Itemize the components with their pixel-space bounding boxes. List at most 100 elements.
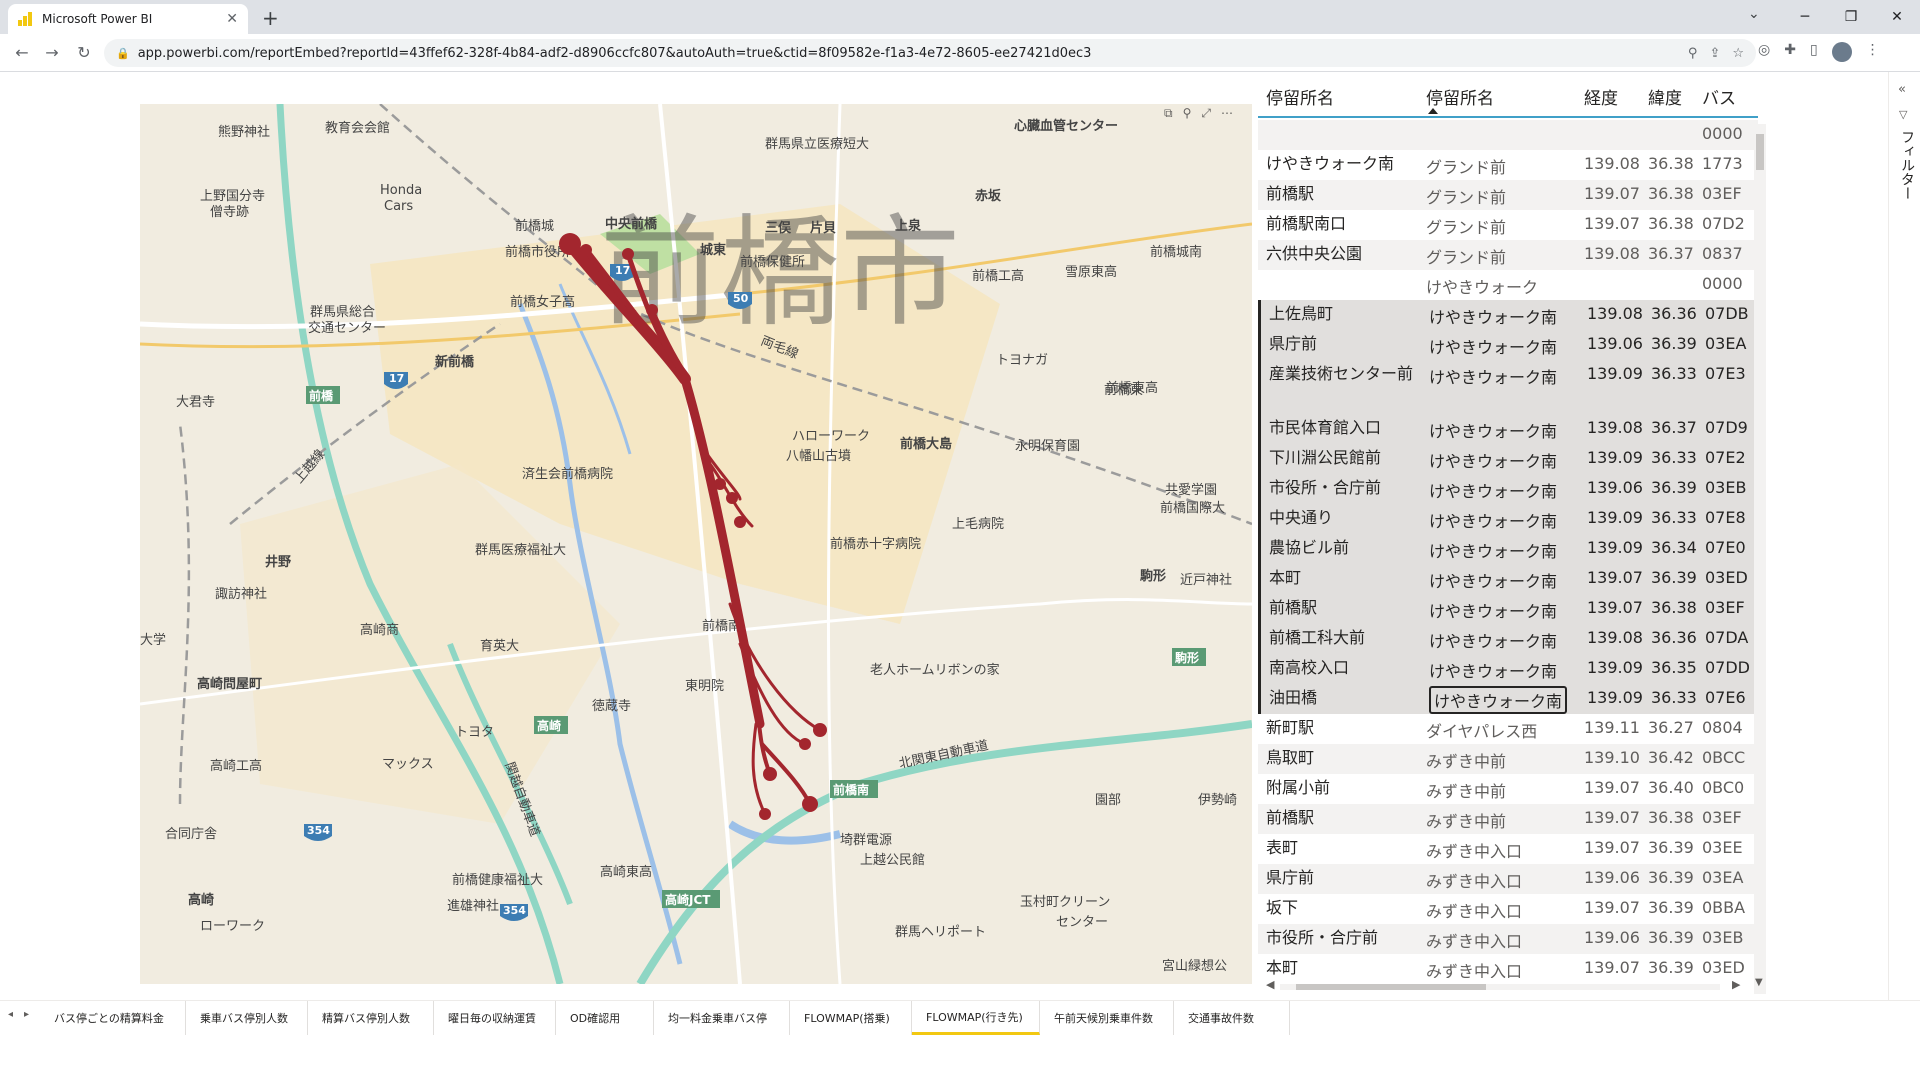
table-row[interactable]: 下川淵公民館前 けやきウォーク南 139.09 36.33 07E2	[1258, 444, 1758, 474]
page-tab[interactable]: FLOWMAP(搭乗)	[790, 1001, 912, 1035]
table-row[interactable]: 中央通り けやきウォーク南 139.09 36.33 07E8	[1258, 504, 1758, 534]
table-row[interactable]: 産業技術センター前 けやきウォーク南 139.09 36.33 07E3	[1258, 360, 1758, 414]
table-row[interactable]: 本町 けやきウォーク南 139.07 36.39 03ED	[1258, 564, 1758, 594]
flow-node[interactable]	[580, 244, 592, 256]
flow-origin-node[interactable]	[559, 233, 581, 255]
more-options-icon[interactable]: ⋯	[1221, 106, 1233, 121]
sort-ascending-icon[interactable]	[1428, 108, 1438, 114]
restore-icon[interactable]: ❐	[1828, 0, 1874, 34]
cell-to-stop: グランド前	[1426, 248, 1507, 267]
page-tab[interactable]: 曜日毎の収納運賃	[434, 1001, 556, 1035]
table-row[interactable]: 表町 みずき中入口 139.07 36.39 03EE	[1258, 834, 1758, 864]
table-row[interactable]: 市役所・合庁前 けやきウォーク南 139.06 36.39 03EB	[1258, 474, 1758, 504]
focus-mode-icon[interactable]: ⤢	[1201, 106, 1211, 121]
table-row[interactable]: 市民体育館入口 けやきウォーク南 139.08 36.37 07D9	[1258, 414, 1758, 444]
table-row[interactable]: 前橋駅 けやきウォーク南 139.07 36.38 03EF	[1258, 594, 1758, 624]
table-row[interactable]: 農協ビル前 けやきウォーク南 139.09 36.34 07E0	[1258, 534, 1758, 564]
table-row[interactable]: 坂下 みずき中入口 139.07 36.39 0BBA	[1258, 894, 1758, 924]
cell-from-stop: 南高校入口	[1269, 658, 1350, 677]
page-tab[interactable]: 乗車バス停別人数	[186, 1001, 308, 1035]
table-row[interactable]: 前橋駅 グランド前 139.07 36.38 03EF	[1258, 180, 1758, 210]
bookmark-star-icon[interactable]: ☆	[1732, 46, 1744, 61]
page-tab[interactable]: バス停ごとの精算料金	[40, 1001, 186, 1035]
table-row[interactable]: 前橋駅 みずき中前 139.07 36.38 03EF	[1258, 804, 1758, 834]
flow-node[interactable]	[799, 738, 811, 750]
column-header-bus[interactable]: バス	[1702, 84, 1736, 109]
page-tab[interactable]: 交通事故件数	[1174, 1001, 1290, 1035]
scrollbar-thumb[interactable]	[1296, 984, 1486, 990]
table-row[interactable]: 上佐鳥町 けやきウォーク南 139.08 36.36 07DB	[1258, 300, 1758, 330]
table-row[interactable]: 前橋駅南口 グランド前 139.07 36.38 07D2	[1258, 210, 1758, 240]
back-icon[interactable]: ←	[10, 40, 34, 64]
next-page-icon[interactable]: ▸	[24, 1009, 29, 1020]
page-tab[interactable]: 午前天候別乗車件数	[1040, 1001, 1174, 1035]
flow-node[interactable]	[759, 808, 771, 820]
side-panel-icon[interactable]: ▯	[1810, 42, 1818, 62]
reload-icon[interactable]: ↻	[72, 40, 96, 64]
zoom-icon[interactable]: ⚲	[1688, 46, 1698, 61]
extension-circle-icon[interactable]: ◎	[1758, 42, 1770, 62]
scroll-left-icon[interactable]: ◀	[1266, 978, 1274, 991]
flowmap-visual[interactable]: 前橋市 熊野神社 教育会会館 群馬県立医療短大 心臓血管センター 上野国分寺 僧…	[140, 104, 1252, 984]
previous-page-icon[interactable]: ◂	[8, 1009, 13, 1020]
minimize-icon[interactable]: ─	[1782, 0, 1828, 34]
column-header-from-stop[interactable]: 停留所名	[1266, 84, 1334, 109]
filters-pane-collapsed[interactable]: « ▽ フィルター	[1888, 72, 1920, 1000]
table-row[interactable]: けやきウォーク南 グランド前 139.08 36.38 1773	[1258, 150, 1758, 180]
cell-longitude: 139.09	[1587, 508, 1643, 527]
horizontal-scrollbar[interactable]: ◀ ▶	[1266, 978, 1746, 992]
cell-from-stop: 前橋工科大前	[1269, 628, 1366, 647]
filters-label[interactable]: フィルター	[1897, 130, 1917, 200]
address-bar[interactable]: 🔒 app.powerbi.com/reportEmbed?reportId=4…	[104, 39, 1756, 67]
vertical-scrollbar[interactable]: ▼	[1754, 124, 1766, 994]
table-visual[interactable]: 停留所名 停留所名 経度 緯度 バス 0000 けやきウォーク南 グランド前 139.…	[1258, 74, 1766, 994]
page-tab[interactable]: OD確認用	[556, 1001, 654, 1035]
flow-node[interactable]	[813, 723, 827, 737]
column-header-latitude[interactable]: 緯度	[1648, 84, 1682, 109]
avatar[interactable]	[1831, 42, 1852, 62]
table-row[interactable]: 県庁前 みずき中入口 139.06 36.39 03EA	[1258, 864, 1758, 894]
extensions-puzzle-icon[interactable]: ✚	[1784, 42, 1796, 62]
flow-node[interactable]	[646, 304, 658, 316]
share-icon[interactable]: ⇪	[1709, 46, 1720, 61]
table-row[interactable]: 新町駅 ダイヤパレス西 139.11 36.27 0804	[1258, 714, 1758, 744]
lock-icon[interactable]: 🔒	[116, 47, 130, 60]
table-row[interactable]: 油田橋 けやきウォーク南 139.09 36.33 07E6	[1258, 684, 1758, 714]
new-tab-icon[interactable]: +	[262, 6, 279, 30]
copy-icon[interactable]: ⧉	[1164, 106, 1173, 121]
table-row[interactable]: 本町 みずき中入口 139.07 36.39 03ED	[1258, 954, 1758, 978]
forward-icon[interactable]: →	[40, 40, 64, 64]
flow-node[interactable]	[763, 767, 777, 781]
column-header-to-stop[interactable]: 停留所名	[1426, 84, 1494, 109]
table-row[interactable]: 南高校入口 けやきウォーク南 139.09 36.35 07DD	[1258, 654, 1758, 684]
flow-node[interactable]	[726, 492, 738, 504]
table-row[interactable]: 前橋工科大前 けやきウォーク南 139.08 36.36 07DA	[1258, 624, 1758, 654]
table-row[interactable]: 六供中央公園 グランド前 139.08 36.37 0837	[1258, 240, 1758, 270]
close-icon[interactable]: ✕	[226, 11, 238, 27]
table-row[interactable]: 0000	[1258, 120, 1758, 150]
filter-icon[interactable]: ⚲	[1183, 106, 1192, 121]
scrollbar-thumb[interactable]	[1756, 134, 1764, 170]
window-close-icon[interactable]: ✕	[1874, 0, 1920, 34]
scroll-down-icon[interactable]: ▼	[1755, 977, 1763, 988]
browser-tab[interactable]: Microsoft Power BI ✕	[8, 4, 248, 34]
chevron-down-icon[interactable]: ⌄	[1748, 6, 1760, 22]
expand-pane-icon[interactable]: «	[1898, 82, 1906, 97]
table-row[interactable]: けやきウォーク 0000	[1258, 270, 1758, 300]
flow-node[interactable]	[802, 796, 818, 812]
table-row[interactable]: 県庁前 けやきウォーク南 139.06 36.39 03EA	[1258, 330, 1758, 360]
flow-node[interactable]	[622, 248, 634, 260]
table-row[interactable]: 附属小前 みずき中前 139.07 36.40 0BC0	[1258, 774, 1758, 804]
table-row[interactable]: 鳥取町 みずき中前 139.10 36.42 0BCC	[1258, 744, 1758, 774]
table-row[interactable]: 市役所・合庁前 みずき中入口 139.06 36.39 03EB	[1258, 924, 1758, 954]
column-header-longitude[interactable]: 経度	[1584, 84, 1618, 109]
cell-bus-code: 07D9	[1705, 418, 1748, 437]
flow-node[interactable]	[714, 478, 726, 490]
page-tab[interactable]: 均一料金乗車バス停	[654, 1001, 790, 1035]
menu-icon[interactable]: ⋮	[1866, 42, 1880, 62]
map-canvas[interactable]: 前橋市 熊野神社 教育会会館 群馬県立医療短大 心臓血管センター 上野国分寺 僧…	[140, 104, 1252, 984]
flow-node[interactable]	[734, 516, 746, 528]
page-tab[interactable]: 精算バス停別人数	[308, 1001, 434, 1035]
page-tab[interactable]: FLOWMAP(行き先)	[912, 1001, 1040, 1035]
scroll-right-icon[interactable]: ▶	[1732, 978, 1740, 991]
